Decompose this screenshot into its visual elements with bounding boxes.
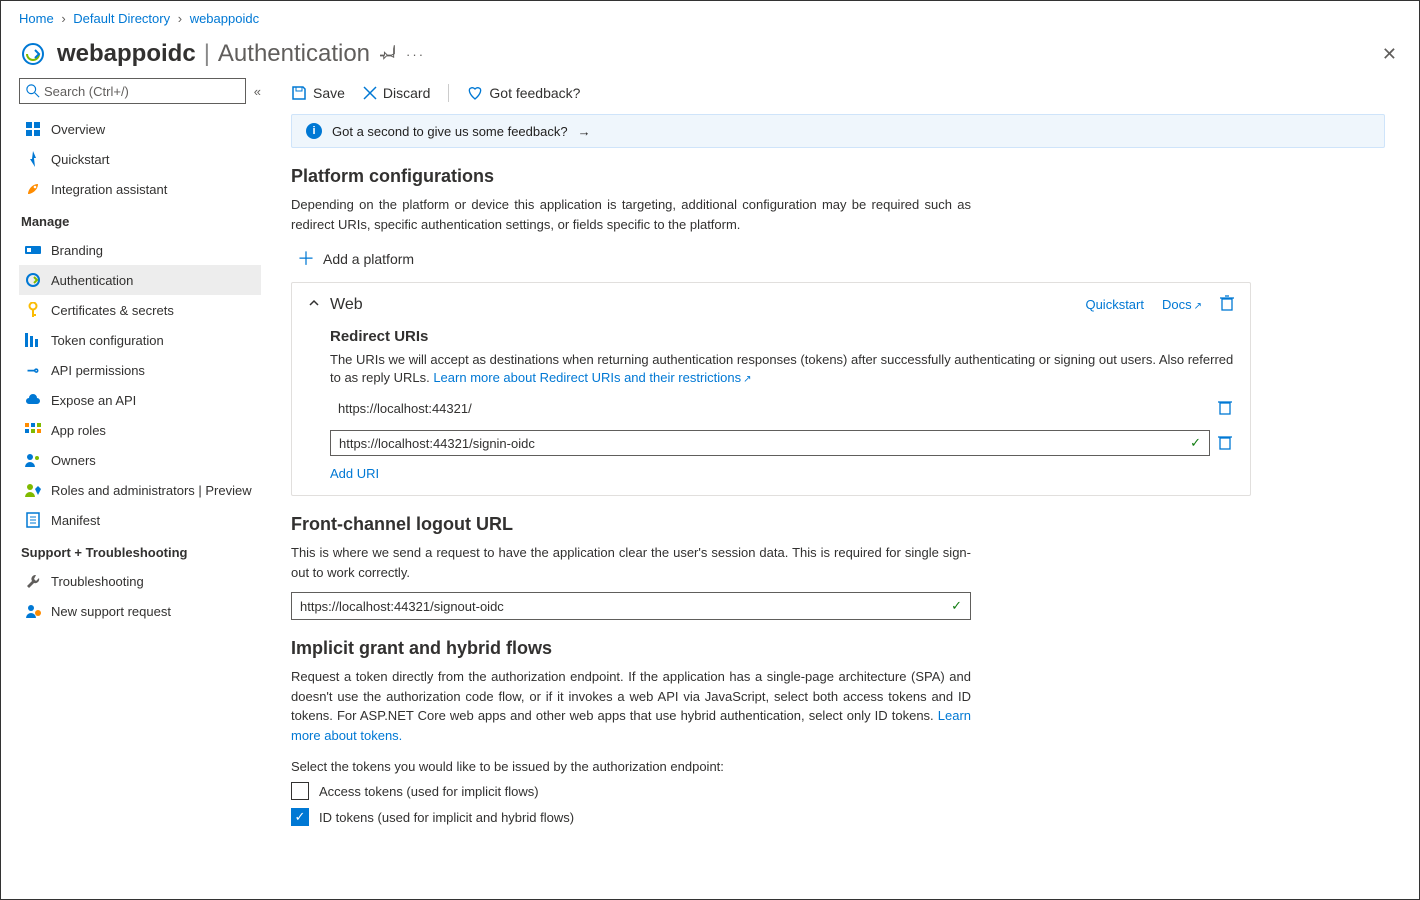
redirect-uri-2-input[interactable]: https://localhost:44321/signin-oidc ✓ (330, 430, 1210, 456)
pin-icon[interactable] (380, 45, 396, 64)
external-link-icon: ↗ (743, 374, 751, 385)
access-tokens-checkbox[interactable] (291, 782, 309, 800)
access-tokens-checkbox-row: Access tokens (used for implicit flows) (291, 782, 1385, 800)
overview-icon (25, 121, 41, 137)
more-icon[interactable]: ··· (406, 47, 425, 62)
frontchannel-heading: Front-channel logout URL (291, 514, 1385, 535)
sidebar-item-expose-api[interactable]: Expose an API (19, 385, 261, 415)
manifest-icon (25, 512, 41, 528)
sidebar-item-support-request[interactable]: New support request (19, 596, 261, 626)
sidebar-item-app-roles[interactable]: App roles (19, 415, 261, 445)
platform-name: Web (330, 296, 363, 314)
redirect-heading: Redirect URIs (330, 328, 1234, 345)
sidebar-group-support: Support + Troubleshooting (19, 535, 261, 566)
sidebar-item-manifest[interactable]: Manifest (19, 505, 261, 535)
frontchannel-input[interactable]: https://localhost:44321/signout-oidc ✓ (291, 592, 971, 620)
platform-heading: Platform configurations (291, 166, 1385, 187)
breadcrumb-app[interactable]: webappoidc (190, 11, 259, 26)
id-tokens-checkbox-row: ✓ ID tokens (used for implicit and hybri… (291, 808, 1385, 826)
implicit-heading: Implicit grant and hybrid flows (291, 638, 1385, 659)
breadcrumb: Home › Default Directory › webappoidc (19, 11, 1401, 34)
sidebar-item-branding[interactable]: Branding (19, 235, 261, 265)
wrench-icon (25, 573, 41, 589)
sidebar-item-troubleshooting[interactable]: Troubleshooting (19, 566, 261, 596)
chevron-up-icon[interactable] (308, 297, 320, 312)
sidebar-item-token-config[interactable]: Token configuration (19, 325, 261, 355)
search-icon (26, 84, 40, 98)
delete-uri-1-icon[interactable] (1218, 399, 1234, 418)
sidebar-item-integration[interactable]: Integration assistant (19, 174, 261, 204)
redirect-uri-1[interactable]: https://localhost:44321/ (330, 397, 1210, 420)
platform-web-card: Web Quickstart Docs↗ Redirect URIs The U… (291, 282, 1251, 496)
redirect-desc: The URIs we will accept as destinations … (330, 351, 1234, 387)
heart-icon (467, 86, 483, 100)
breadcrumb-directory[interactable]: Default Directory (73, 11, 170, 26)
breadcrumb-home[interactable]: Home (19, 11, 54, 26)
token-icon (25, 332, 41, 348)
cloud-icon (25, 392, 41, 408)
arrow-right-icon: → (578, 124, 591, 139)
delete-platform-icon[interactable] (1220, 295, 1234, 314)
rocket-icon (25, 181, 41, 197)
sidebar-item-api-permissions[interactable]: ⊸ API permissions (19, 355, 261, 385)
roles-icon (25, 422, 41, 438)
check-icon: ✓ (951, 598, 962, 614)
platform-desc: Depending on the platform or device this… (291, 195, 971, 234)
auth-icon (25, 272, 41, 288)
redirect-uri-row-2: https://localhost:44321/signin-oidc ✓ (330, 430, 1234, 456)
app-logo-icon (19, 40, 47, 68)
sidebar-item-authentication[interactable]: Authentication (19, 265, 261, 295)
search-input[interactable]: Search (Ctrl+/) (19, 78, 246, 104)
admin-icon (25, 482, 41, 498)
feedback-banner[interactable]: i Got a second to give us some feedback?… (291, 114, 1385, 148)
plus-icon: ＋ (297, 250, 315, 268)
delete-uri-2-icon[interactable] (1218, 434, 1234, 453)
implicit-desc: Request a token directly from the author… (291, 667, 971, 745)
quickstart-link[interactable]: Quickstart (1085, 297, 1144, 312)
frontchannel-desc: This is where we send a request to have … (291, 543, 971, 582)
discard-icon (363, 86, 377, 100)
sidebar-item-overview[interactable]: Overview (19, 114, 261, 144)
id-tokens-checkbox[interactable]: ✓ (291, 808, 309, 826)
sidebar-collapse-icon[interactable]: « (254, 84, 261, 99)
sidebar-group-manage: Manage (19, 204, 261, 235)
add-platform-button[interactable]: ＋ Add a platform (297, 250, 1385, 268)
close-icon[interactable]: ✕ (1382, 44, 1401, 65)
support-icon (25, 603, 41, 619)
key-icon (25, 302, 41, 318)
page-title: webappoidc | Authentication (57, 40, 370, 68)
discard-button[interactable]: Discard (363, 85, 430, 101)
add-uri-link[interactable]: Add URI (330, 466, 379, 481)
quickstart-icon (25, 151, 41, 167)
redirect-uri-row-1: https://localhost:44321/ (330, 397, 1234, 420)
external-link-icon: ↗ (1194, 301, 1202, 312)
sidebar: Search (Ctrl+/) « Overview Quickstart In… (19, 78, 265, 899)
api-perm-icon: ⊸ (25, 362, 41, 378)
save-button[interactable]: Save (291, 85, 345, 101)
sidebar-item-roles-admins[interactable]: Roles and administrators | Preview (19, 475, 261, 505)
sidebar-item-owners[interactable]: Owners (19, 445, 261, 475)
redirect-learn-link[interactable]: Learn more about Redirect URIs and their… (433, 370, 751, 385)
feedback-button[interactable]: Got feedback? (467, 85, 580, 101)
docs-link[interactable]: Docs↗ (1162, 297, 1202, 312)
page-title-row: webappoidc | Authentication ··· ✕ (19, 34, 1401, 78)
check-icon: ✓ (1190, 435, 1201, 451)
info-icon: i (306, 123, 322, 139)
tokens-select-label: Select the tokens you would like to be i… (291, 759, 1385, 774)
save-icon (291, 85, 307, 101)
sidebar-item-quickstart[interactable]: Quickstart (19, 144, 261, 174)
branding-icon (25, 242, 41, 258)
owners-icon (25, 452, 41, 468)
command-bar: Save Discard Got feedback? (291, 78, 1401, 110)
sidebar-item-certificates[interactable]: Certificates & secrets (19, 295, 261, 325)
